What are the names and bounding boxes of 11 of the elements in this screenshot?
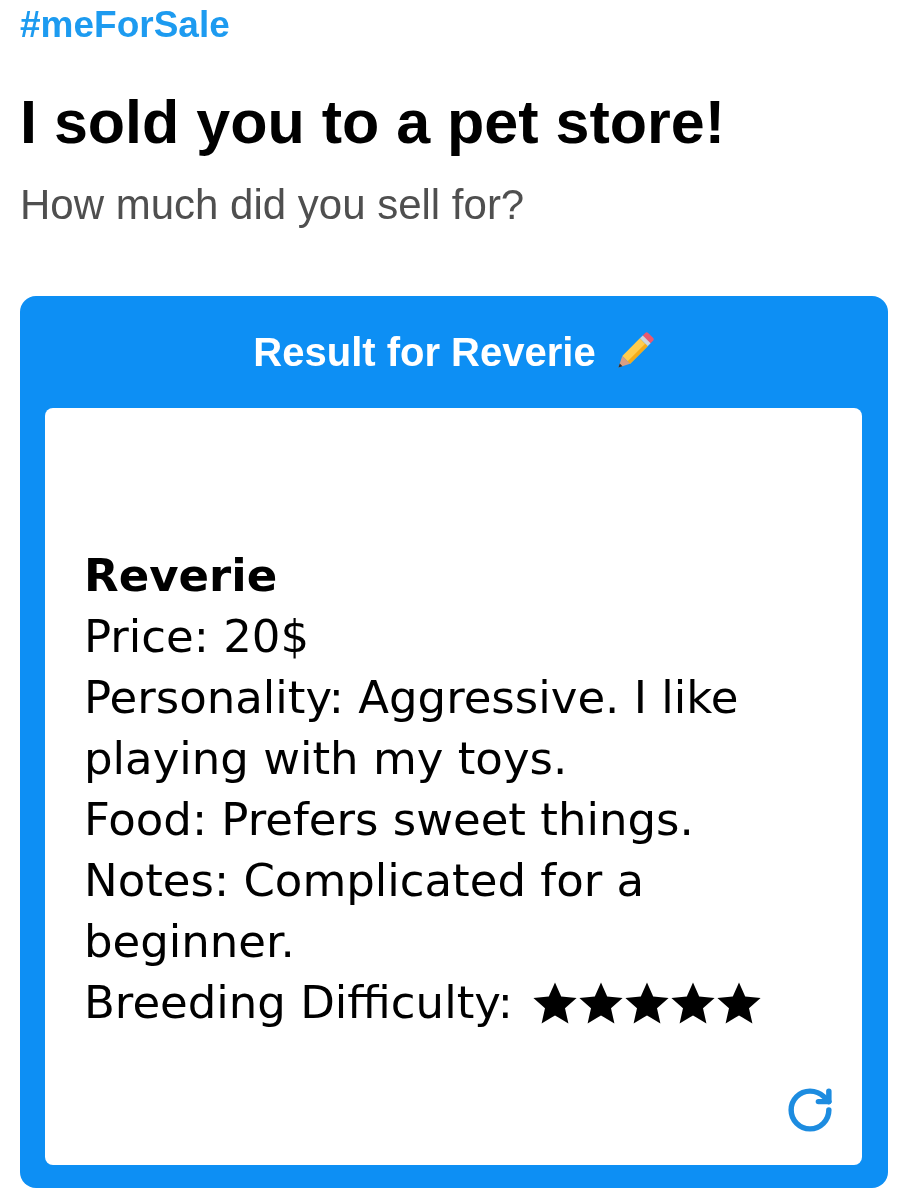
card-title: Result for Reverie: [253, 329, 596, 376]
result-name: Reverie: [84, 548, 278, 604]
result-line: Price: 20$: [84, 609, 310, 665]
hashtag-link[interactable]: #meForSale: [20, 3, 230, 47]
result-line: Notes: Complicated for a beginner.: [84, 853, 646, 970]
page-title: I sold you to a pet store!: [20, 87, 725, 157]
refresh-icon[interactable]: [788, 1088, 832, 1132]
result-line: Food: Prefers sweet things.: [84, 792, 694, 848]
difficulty-label: Breeding Difficulty:: [84, 975, 513, 1031]
page-subtitle: How much did you sell for?: [20, 181, 525, 229]
result-line: Personality: Aggressive. I like playing with my toys.: [84, 670, 740, 787]
